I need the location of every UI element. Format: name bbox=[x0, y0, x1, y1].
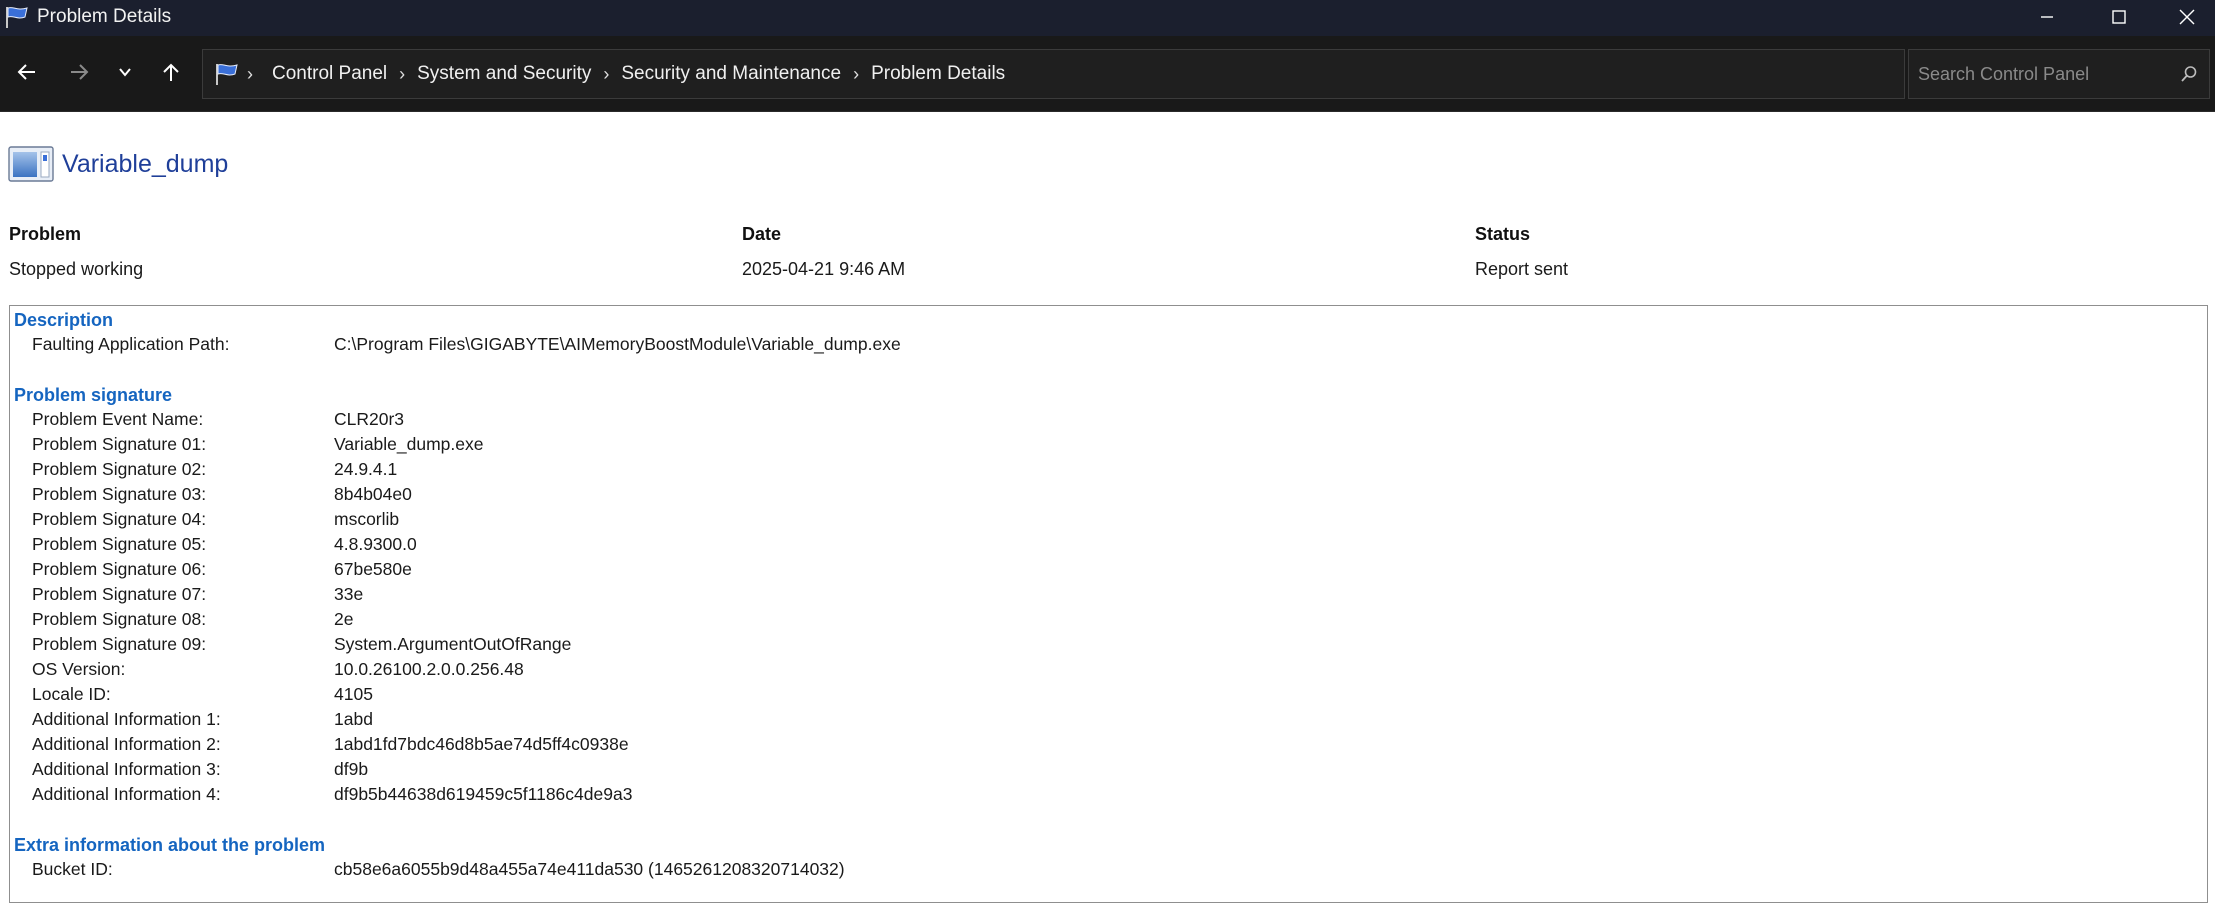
date-value: 2025-04-21 9:46 AM bbox=[742, 259, 906, 279]
title-bar: Problem Details bbox=[0, 0, 2215, 36]
detail-value: mscorlib bbox=[334, 509, 400, 529]
search-box[interactable] bbox=[1908, 49, 2210, 99]
detail-value: Variable_dump.exe bbox=[334, 434, 484, 454]
detail-value: 8b4b04e0 bbox=[334, 484, 412, 504]
minimize-button[interactable] bbox=[2011, 0, 2083, 34]
address-bar[interactable]: › Control Panel › System and Security › … bbox=[202, 49, 2074, 99]
details-panel[interactable]: Description Faulting Application Path: C… bbox=[9, 305, 2208, 903]
detail-value: df9b bbox=[334, 759, 369, 779]
detail-key: Locale ID: bbox=[32, 684, 111, 704]
detail-key: Problem Signature 05: bbox=[32, 534, 207, 554]
detail-key: Problem Signature 06: bbox=[32, 559, 207, 579]
detail-value: 67be580e bbox=[334, 559, 412, 579]
detail-value: 33e bbox=[334, 584, 364, 604]
breadcrumb: › Control Panel › System and Security › … bbox=[247, 50, 1005, 98]
detail-value: cb58e6a6055b9d48a455a74e411da530 (146526… bbox=[334, 859, 845, 879]
close-icon bbox=[2179, 9, 2195, 25]
description-section-title: Description bbox=[14, 310, 114, 330]
extra-info-section-title: Extra information about the problem bbox=[14, 835, 326, 855]
breadcrumb-security-and-maintenance[interactable]: Security and Maintenance bbox=[621, 63, 841, 85]
detail-key: Problem Signature 09: bbox=[32, 634, 207, 654]
breadcrumb-system-and-security[interactable]: System and Security bbox=[417, 63, 591, 85]
detail-key: Bucket ID: bbox=[32, 859, 113, 879]
detail-key: Additional Information 3: bbox=[32, 759, 221, 779]
detail-value: C:\Program Files\GIGABYTE\AIMemoryBoostM… bbox=[334, 334, 901, 354]
navigation-bar: › Control Panel › System and Security › … bbox=[0, 36, 2215, 112]
detail-key: Problem Signature 07: bbox=[32, 584, 207, 604]
detail-key: Problem Signature 02: bbox=[32, 459, 207, 479]
arrow-up-icon bbox=[163, 63, 179, 81]
flag-icon bbox=[216, 64, 238, 85]
detail-value: 1abd bbox=[334, 709, 373, 729]
recent-locations-button[interactable] bbox=[107, 54, 143, 90]
breadcrumb-separator-icon[interactable]: › bbox=[853, 64, 859, 85]
detail-value: 2e bbox=[334, 609, 354, 629]
maximize-icon bbox=[2112, 10, 2126, 24]
search-input[interactable] bbox=[1918, 50, 2168, 98]
detail-key: OS Version: bbox=[32, 659, 126, 679]
detail-key: Additional Information 2: bbox=[32, 734, 221, 754]
flag-icon bbox=[6, 7, 28, 28]
forward-button[interactable] bbox=[61, 54, 97, 90]
breadcrumb-control-panel[interactable]: Control Panel bbox=[272, 63, 387, 85]
search-icon[interactable] bbox=[2179, 64, 2199, 84]
detail-value: 10.0.26100.2.0.0.256.48 bbox=[334, 659, 524, 679]
status-value: Report sent bbox=[1475, 259, 1569, 279]
breadcrumb-separator-icon[interactable]: › bbox=[603, 64, 609, 85]
detail-value: 24.9.4.1 bbox=[334, 459, 398, 479]
breadcrumb-problem-details[interactable]: Problem Details bbox=[871, 63, 1005, 85]
chevron-down-icon bbox=[119, 68, 131, 77]
breadcrumb-separator-icon[interactable]: › bbox=[247, 64, 253, 85]
detail-value: 4105 bbox=[334, 684, 373, 704]
date-header: Date bbox=[742, 224, 782, 244]
detail-value: CLR20r3 bbox=[334, 409, 405, 429]
arrow-right-icon bbox=[71, 64, 89, 80]
window-report-icon bbox=[8, 146, 54, 182]
up-button[interactable] bbox=[153, 54, 189, 90]
detail-value: 4.8.9300.0 bbox=[334, 534, 417, 554]
detail-key: Problem Event Name: bbox=[32, 409, 204, 429]
minimize-icon bbox=[2041, 16, 2053, 18]
close-button[interactable] bbox=[2151, 0, 2215, 34]
problem-value: Stopped working bbox=[9, 259, 144, 279]
detail-key: Additional Information 1: bbox=[32, 709, 221, 729]
status-header: Status bbox=[1475, 224, 1531, 244]
signature-section-title: Problem signature bbox=[14, 385, 173, 405]
problem-header: Problem bbox=[9, 224, 82, 244]
detail-value: System.ArgumentOutOfRange bbox=[334, 634, 572, 654]
detail-key: Problem Signature 08: bbox=[32, 609, 207, 629]
detail-key: Problem Signature 04: bbox=[32, 509, 207, 529]
window-title: Problem Details bbox=[37, 6, 172, 27]
back-button[interactable] bbox=[9, 54, 45, 90]
page-title: Variable_dump bbox=[62, 150, 229, 178]
detail-value: df9b5b44638d619459c5f1186c4de9a3 bbox=[334, 784, 633, 804]
arrow-left-icon bbox=[17, 64, 35, 80]
detail-key: Problem Signature 03: bbox=[32, 484, 207, 504]
detail-key: Additional Information 4: bbox=[32, 784, 221, 804]
detail-value: 1abd1fd7bdc46d8b5ae74d5ff4c0938e bbox=[334, 734, 629, 754]
detail-key: Faulting Application Path: bbox=[32, 334, 230, 354]
maximize-button[interactable] bbox=[2083, 0, 2155, 34]
breadcrumb-separator-icon[interactable]: › bbox=[399, 64, 405, 85]
detail-key: Problem Signature 01: bbox=[32, 434, 207, 454]
